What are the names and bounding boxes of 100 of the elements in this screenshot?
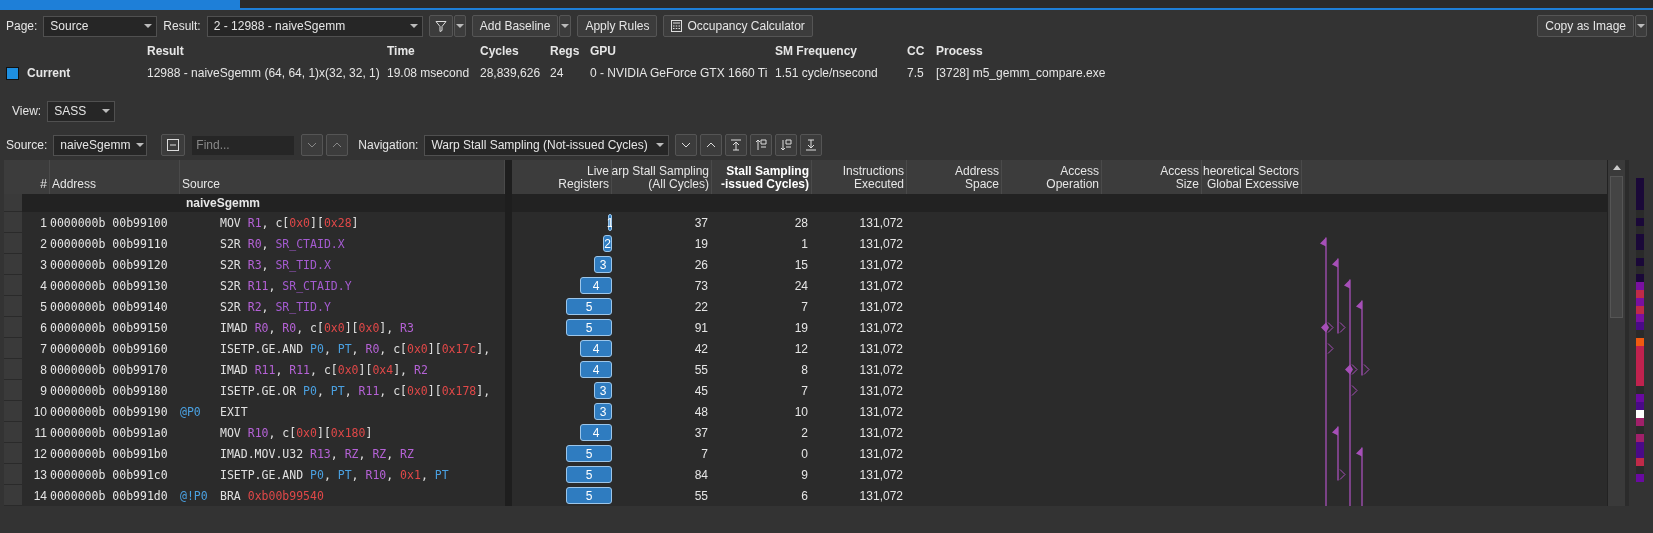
result-value: 28,839,626 (480, 65, 542, 82)
copy-as-image-button[interactable]: Copy as Image (1537, 15, 1634, 37)
column-header[interactable]: heoretical Sectors Global Excessive (1202, 160, 1302, 194)
source-code: ISETP.GE.OR P0, PT, R11, c[0x0][0x178], (220, 383, 491, 398)
caret-icon (409, 24, 418, 28)
source-code: MOV R1, c[0x0][0x28] (220, 215, 359, 230)
result-value: 19.08 msecond (387, 65, 471, 82)
caret-icon (102, 109, 111, 113)
result-value: 12988 - naiveSgemm (64, 64, 1)x(32, 32, 1) (147, 65, 381, 82)
source-code: S2R R3, SR_TID.X (220, 257, 331, 272)
view-dropdown[interactable]: SASS (47, 100, 116, 122)
scroll-up-icon[interactable] (1612, 164, 1621, 170)
jump-bottom-icon (805, 139, 818, 151)
live-registers-bar: 4 (580, 340, 612, 357)
column-header[interactable]: Address Space (907, 160, 1002, 194)
filter-dropdown-button[interactable] (453, 15, 466, 37)
source-code: BRA 0xb00b99540 (220, 488, 324, 503)
chevron-down-icon (307, 142, 318, 148)
baseline-dropdown-button[interactable] (559, 15, 572, 37)
chevron-up-icon (332, 142, 343, 148)
page-label: Page: (6, 19, 38, 33)
find-previous-button[interactable] (326, 134, 349, 156)
caret-icon (656, 143, 665, 147)
result-value: 24 (550, 65, 565, 82)
column-header[interactable]: Source (180, 160, 505, 194)
live-registers-bar: 5 (566, 319, 612, 336)
collapse-icon (167, 139, 180, 151)
page-dropdown[interactable]: Source (43, 15, 158, 37)
caret-icon (1637, 24, 1645, 28)
column-header[interactable]: # (4, 160, 50, 194)
collapse-button[interactable] (161, 134, 186, 156)
find-field[interactable]: Find... (191, 134, 296, 156)
caret-icon (561, 24, 570, 28)
function-name: naiveSgemm (180, 194, 505, 212)
live-registers-bar: 4 (580, 361, 612, 378)
source-code: MOV R10, c[0x0][0x180] (220, 425, 373, 440)
live-registers-bar: 3 (594, 403, 612, 420)
live-registers-bar: 5 (566, 298, 612, 315)
chevron-down-icon (681, 142, 692, 148)
live-registers-bar: 4 (580, 277, 612, 294)
row-header[interactable] (4, 194, 22, 212)
row-header[interactable] (4, 212, 22, 233)
find-next-button[interactable] (301, 134, 324, 156)
jump-top-button[interactable] (725, 134, 748, 156)
source-code: IMAD.MOV.U32 R13, RZ, RZ, RZ (220, 446, 414, 461)
source-code: IMAD R0, R0, c[0x0][0x0], R3 (220, 320, 414, 335)
result-value: 1.51 cycle/nsecond (775, 65, 879, 82)
apply-rules-button[interactable]: Apply Rules (577, 15, 658, 37)
navigation-dropdown[interactable]: Warp Stall Sampling (Not-issued Cycles) (424, 134, 670, 156)
jump-bottom-button[interactable] (800, 134, 823, 156)
column-header[interactable]: Address (50, 160, 180, 194)
previous-button[interactable] (700, 134, 723, 156)
live-registers-bar: 3 (594, 256, 612, 273)
source-label: Source: (6, 138, 48, 152)
predicate: @P0 (180, 404, 201, 419)
pane-splitter[interactable] (505, 160, 512, 506)
column-header[interactable]: Live Registers (512, 160, 612, 194)
source-code: ISETP.GE.AND P0, PT, R0, c[0x0][0x17c], (220, 341, 491, 356)
live-registers-bar: 5 (566, 487, 612, 504)
column-header[interactable]: Instructions Executed (812, 160, 907, 194)
predicate: @!P0 (180, 488, 208, 503)
next-button[interactable] (675, 134, 698, 156)
occupancy-calculator-button[interactable]: Occupancy Calculator (663, 15, 813, 37)
column-header: Result (147, 43, 185, 60)
source-code: EXIT (220, 404, 248, 419)
live-registers-bar: 4 (580, 424, 612, 441)
source-dropdown[interactable]: naiveSgemm (53, 134, 148, 156)
sort-down-icon (780, 139, 793, 151)
scrollbar[interactable] (1607, 160, 1625, 506)
result-value: 7.5 (907, 65, 925, 82)
result-dropdown[interactable]: 2 - 12988 - naiveSgemm (206, 15, 423, 37)
copy-dropdown-button[interactable] (1635, 15, 1647, 37)
calculator-icon (671, 20, 683, 32)
column-header[interactable]: Access Operation (1002, 160, 1102, 194)
live-registers-bar: 5 (566, 466, 612, 483)
column-header: SM Frequency (775, 43, 859, 60)
live-registers-bar: 3 (594, 382, 612, 399)
source-code: S2R R2, SR_TID.Y (220, 299, 331, 314)
column-header[interactable]: Stall Sampling -issued Cycles) (712, 160, 812, 194)
jump-top-icon (730, 139, 743, 151)
result-label: Result: (163, 19, 201, 33)
source-code: S2R R11, SR_CTAID.Y (220, 278, 352, 293)
caret-icon (144, 24, 153, 28)
column-header[interactable]: Access Size (1102, 160, 1202, 194)
result-value: 0 - NVIDIA GeForce GTX 1660 Ti (590, 65, 769, 82)
filter-icon (434, 20, 447, 32)
column-header: GPU (590, 43, 617, 60)
chevron-up-icon (706, 142, 717, 148)
sort-down-button[interactable] (775, 134, 798, 156)
source-code: S2R R0, SR_CTAID.X (220, 236, 345, 251)
add-baseline-button[interactable]: Add Baseline (471, 15, 559, 37)
scrollbar-thumb[interactable] (1610, 176, 1623, 318)
column-header: CC (907, 43, 926, 60)
column-header: Process (936, 43, 984, 60)
sort-up-button[interactable] (750, 134, 773, 156)
filter-button[interactable] (428, 15, 453, 37)
view-label: View: (12, 104, 42, 118)
live-registers-bar: 5 (566, 445, 612, 462)
column-header[interactable]: arp Stall Sampling (All Cycles) (612, 160, 712, 194)
caret-icon (455, 24, 464, 28)
